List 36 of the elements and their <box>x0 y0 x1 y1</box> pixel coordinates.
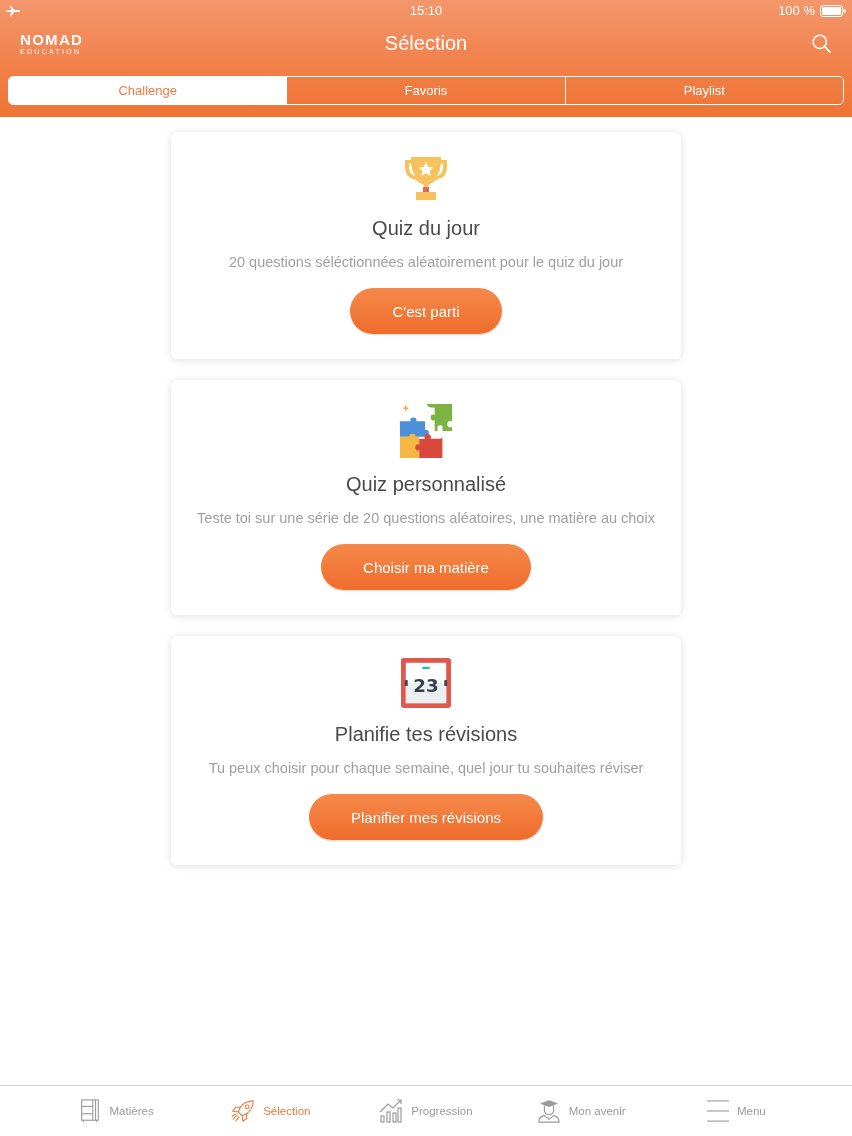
menu-icon <box>707 1099 729 1123</box>
bar-chart-icon <box>379 1099 404 1123</box>
airplane-icon <box>6 4 21 17</box>
tab-item[interactable]: Mon avenir <box>536 1099 626 1123</box>
tab-item[interactable]: Progression <box>379 1099 473 1123</box>
action-button[interactable]: C'est parti <box>350 288 502 334</box>
segment-tab[interactable]: Playlist <box>564 77 843 104</box>
tab-item[interactable]: Matières <box>77 1099 154 1123</box>
card-description: Tu peux choisir pour chaque semaine, quel jour tu souhaites réviser <box>208 759 644 777</box>
tab-item[interactable]: Menu <box>707 1099 766 1123</box>
puzzle-icon <box>398 402 454 458</box>
tab-label: Matières <box>109 1105 154 1117</box>
tab-label: Menu <box>737 1105 766 1117</box>
status-time: 15:10 <box>409 3 443 18</box>
graduate-icon <box>536 1099 561 1123</box>
tab-label: Progression <box>411 1105 473 1117</box>
rocket-icon <box>231 1099 256 1123</box>
segment-tab[interactable]: Favoris <box>286 77 565 104</box>
card-description: Teste toi sur une série de 20 questions aléatoires, une matière au choix <box>197 509 655 527</box>
action-button[interactable]: Choisir ma matière <box>321 544 531 590</box>
card-title: Quiz du jour <box>372 216 480 240</box>
battery-percent: 100 % <box>778 3 815 18</box>
card-title: Quiz personnalisé <box>345 472 507 496</box>
tab-label: Sélection <box>263 1105 311 1117</box>
calendar-date: 23 <box>413 674 439 696</box>
battery-icon <box>820 4 846 17</box>
trophy-icon <box>402 154 450 202</box>
tab-label: Mon avenir <box>568 1105 626 1117</box>
logo-wordmark: NOMAD <box>20 31 84 47</box>
card-description: 20 questions séléctionnées aléatoirement pour le quiz du jour <box>228 253 624 271</box>
search-icon[interactable] <box>812 33 831 53</box>
page-title: Sélection <box>384 31 468 55</box>
tab-item[interactable]: Sélection <box>231 1099 311 1123</box>
segment-tab[interactable]: Challenge <box>9 77 287 104</box>
card-title: Planifie tes révisions <box>334 722 518 746</box>
action-button[interactable]: Planifier mes révisions <box>308 794 544 840</box>
